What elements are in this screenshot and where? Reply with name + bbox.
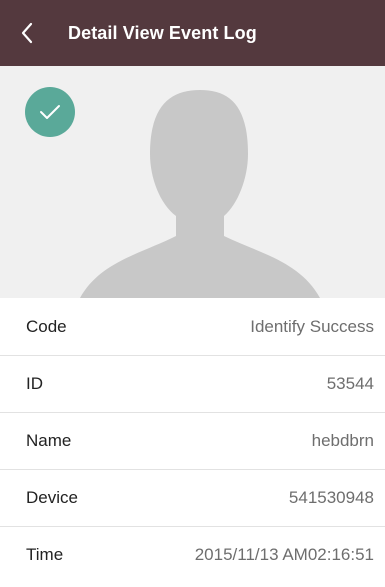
detail-row-device: Device 541530948 [0, 469, 385, 526]
detail-row-id: ID 53544 [0, 355, 385, 412]
detail-label: Time [26, 545, 64, 564]
detail-value: hebdbrn [311, 431, 374, 450]
page-title: Detail View Event Log [68, 22, 257, 43]
detail-label: Device [26, 488, 78, 507]
detail-row-name: Name hebdbrn [0, 412, 385, 469]
app-header: Detail View Event Log [0, 0, 385, 66]
success-badge [25, 87, 75, 137]
chevron-left-icon [21, 22, 33, 44]
detail-label: ID [26, 374, 43, 393]
detail-value: Identify Success [250, 316, 374, 336]
detail-label: Name [26, 431, 72, 450]
detail-row-code: Code Identify Success [0, 298, 385, 355]
user-photo [0, 66, 385, 298]
detail-value: 2015/11/13 AM02:16:51 [194, 545, 374, 564]
event-detail-list: Code Identify Success ID 53544 Name hebd… [0, 298, 385, 583]
detail-value: 541530948 [288, 488, 374, 507]
back-button[interactable] [0, 0, 54, 66]
detail-label: Code [26, 316, 67, 336]
check-icon [40, 105, 60, 119]
detail-row-time: Time 2015/11/13 AM02:16:51 [0, 526, 385, 583]
detail-value: 53544 [326, 374, 374, 393]
